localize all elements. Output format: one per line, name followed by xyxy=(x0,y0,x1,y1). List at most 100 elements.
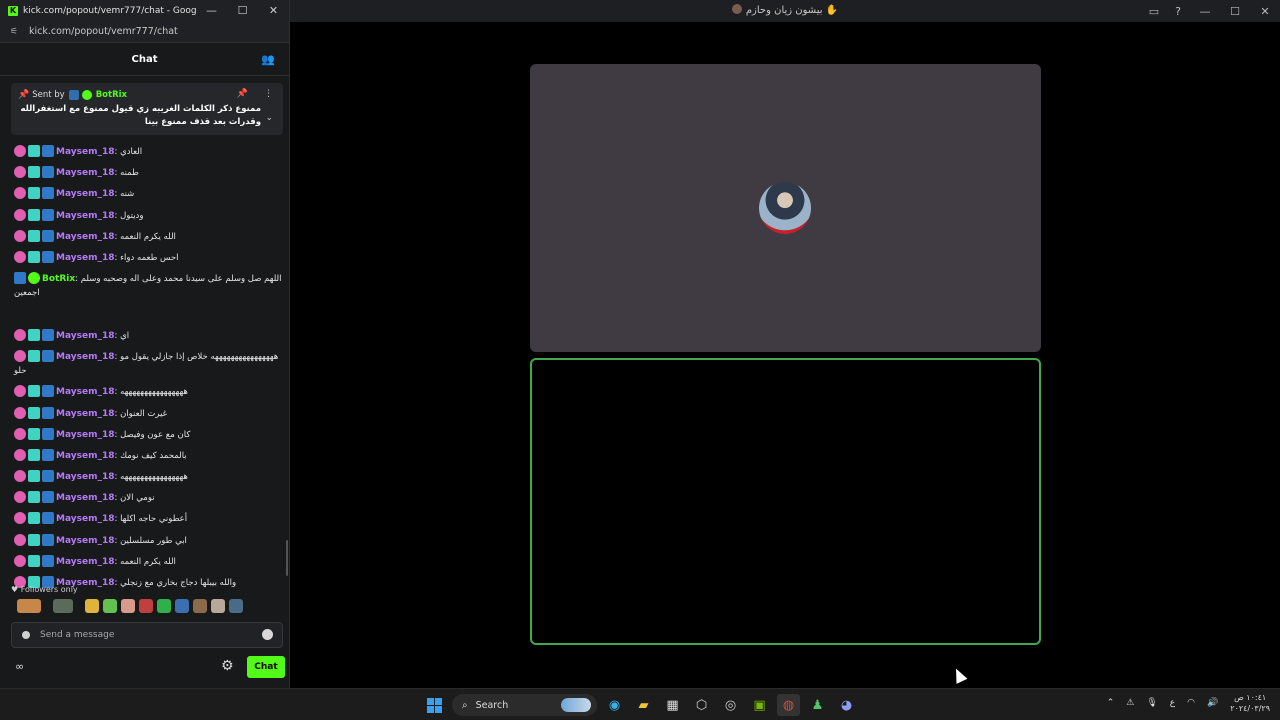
browser-maximize-button[interactable]: ☐ xyxy=(227,4,258,17)
browser-minimize-button[interactable]: — xyxy=(196,4,227,17)
chat-text: اي xyxy=(120,331,130,342)
emoji-icon[interactable] xyxy=(262,629,273,640)
chat-message[interactable]: Maysem_18: الله يكرم النعمه xyxy=(14,554,282,576)
chat-message[interactable]: Maysem_18: ههههههههههههههههه xyxy=(14,385,282,406)
chat-username[interactable]: Maysem_18 xyxy=(56,331,114,341)
og-badge-icon xyxy=(42,491,54,504)
chat-message[interactable]: Maysem_18: احس طعمه دواء xyxy=(14,250,282,272)
call-titlebar: بيشون زيان وحازم ✋ ▭ ? — ☐ ✕ xyxy=(290,0,1280,22)
emote-icon[interactable] xyxy=(121,599,135,613)
discord-icon[interactable]: ◕ xyxy=(835,694,858,716)
stream-tile[interactable] xyxy=(530,358,1041,645)
chat-message[interactable]: Maysem_18: ههههههههههههههههه xyxy=(14,470,282,491)
pinned-message[interactable]: 📌 Sent by BotRix 📌 ⋮ ممنوع ذكر الكلمات ا… xyxy=(11,83,283,135)
gear-icon[interactable]: ⚙ xyxy=(221,658,234,674)
emote-icon[interactable] xyxy=(103,599,117,613)
chat-message[interactable]: Maysem_18: نومي الان xyxy=(14,491,282,512)
file-explorer-icon[interactable]: ▰ xyxy=(632,694,655,716)
clock-date: ٢٠٢٤/٠٣/٢٩ xyxy=(1230,704,1270,713)
chat-username[interactable]: Maysem_18 xyxy=(56,493,114,503)
chat-message[interactable]: Maysem_18: ههههههههههههههههه خلاص إذا جا… xyxy=(14,350,282,385)
chat-username[interactable]: Maysem_18 xyxy=(56,451,114,461)
chat-username[interactable]: Maysem_18 xyxy=(56,147,114,157)
chat-scrollbar[interactable] xyxy=(286,540,288,576)
user-list-icon[interactable]: 👥 xyxy=(261,53,275,66)
send-chat-button[interactable]: Chat xyxy=(247,656,285,678)
chat-text: أعطوني حاجه اكلها xyxy=(120,514,188,525)
points-infinity-icon[interactable]: ∞ xyxy=(15,660,24,673)
wifi-icon[interactable]: ◠ xyxy=(1187,698,1195,708)
chevron-up-icon[interactable]: ⌃ xyxy=(1107,698,1115,708)
chat-message[interactable]: BotRix: اللهم صل وسلم على سيدنا محمد وعل… xyxy=(14,272,282,329)
chat-message[interactable]: Maysem_18: غيرت العنوان xyxy=(14,406,282,428)
chat-text: ههههههههههههههههه xyxy=(120,472,188,483)
xbox-app-icon[interactable]: ♟ xyxy=(806,694,829,716)
chat-username[interactable]: Maysem_18 xyxy=(56,536,114,546)
emote-icon[interactable] xyxy=(175,599,189,613)
chat-message[interactable]: Maysem_18: أعطوني حاجه اكلها xyxy=(14,512,282,533)
taskbar-search[interactable]: ⌕ Search xyxy=(452,694,597,716)
maximize-button[interactable]: ☐ xyxy=(1220,0,1250,22)
chat-username[interactable]: Maysem_18 xyxy=(56,409,114,419)
chat-message[interactable]: Maysem_18: طمنه xyxy=(14,166,282,187)
unpin-icon[interactable]: 📌 xyxy=(237,89,248,99)
chat-message[interactable]: Maysem_18: وديتول xyxy=(14,208,282,230)
nvidia-icon[interactable]: ▣ xyxy=(748,694,771,716)
chat-username[interactable]: Maysem_18 xyxy=(56,189,114,199)
help-icon[interactable]: ? xyxy=(1166,0,1190,22)
chat-message[interactable]: Maysem_18: اي xyxy=(14,329,282,350)
chrome-icon[interactable]: ◍ xyxy=(777,694,800,716)
emote-icon[interactable] xyxy=(229,599,243,613)
emote-icon[interactable] xyxy=(139,599,153,613)
message-input[interactable] xyxy=(40,627,260,643)
emote-icon[interactable] xyxy=(53,599,73,613)
chat-username[interactable]: Maysem_18 xyxy=(56,352,114,362)
chat-username[interactable]: Maysem_18 xyxy=(56,514,114,524)
chat-username[interactable]: Maysem_18 xyxy=(56,472,114,482)
chat-username[interactable]: Maysem_18 xyxy=(56,430,114,440)
og-badge-icon xyxy=(42,166,54,179)
chat-message[interactable]: Maysem_18: بالمحمد كيف نومك xyxy=(14,448,282,470)
ime-indicator[interactable]: ع xyxy=(1170,698,1175,708)
chat-username[interactable]: Maysem_18 xyxy=(56,253,114,263)
chat-username[interactable]: Maysem_18 xyxy=(56,211,114,221)
chat-message[interactable]: Maysem_18: ابي طور مسلسلين xyxy=(14,533,282,555)
start-button[interactable] xyxy=(423,694,446,716)
sub-gifter-badge-icon xyxy=(28,491,40,504)
edge-icon[interactable]: ◉ xyxy=(603,694,626,716)
network-warning-icon[interactable]: ⚠ xyxy=(1126,698,1134,708)
more-options-icon[interactable]: ⋮ xyxy=(264,89,273,99)
minimize-button[interactable]: — xyxy=(1190,0,1220,22)
chat-message[interactable]: Maysem_18: الله يكرم النعمه xyxy=(14,229,282,251)
chat-username[interactable]: Maysem_18 xyxy=(56,387,114,397)
emote-icon[interactable] xyxy=(157,599,171,613)
message-input-box[interactable] xyxy=(11,622,283,648)
emote-icon[interactable] xyxy=(17,599,41,613)
sub-gifter-badge-icon xyxy=(28,350,40,363)
chat-username[interactable]: Maysem_18 xyxy=(56,168,114,178)
chat-message[interactable]: Maysem_18: شنه xyxy=(14,187,282,208)
emote-icon[interactable] xyxy=(193,599,207,613)
chat-username[interactable]: Maysem_18 xyxy=(56,232,114,242)
taskbar-clock[interactable]: ١٠:٤١ ص ٢٠٢٤/٠٣/٢٩ xyxy=(1230,692,1270,714)
app-icon[interactable]: ⬡ xyxy=(690,694,713,716)
site-settings-icon[interactable]: ⚟ xyxy=(10,27,20,37)
inbox-icon[interactable]: ▭ xyxy=(1142,0,1166,22)
store-icon[interactable]: ▦ xyxy=(661,694,684,716)
subscriber-badge-icon xyxy=(14,329,26,342)
volume-icon[interactable]: 🔊 xyxy=(1207,698,1218,708)
chat-message[interactable]: Maysem_18: العادي xyxy=(14,145,282,166)
subscriber-badge-icon xyxy=(14,187,26,200)
chat-message[interactable]: Maysem_18: كان مع عون وفيصل xyxy=(14,427,282,449)
participant-tile[interactable] xyxy=(530,64,1041,352)
steam-icon[interactable]: ◎ xyxy=(719,694,742,716)
close-button[interactable]: ✕ xyxy=(1250,0,1280,22)
address-bar[interactable]: ⚟ kick.com/popout/vemr777/chat xyxy=(0,21,289,43)
emote-icon[interactable] xyxy=(85,599,99,613)
chevron-down-icon[interactable]: ⌄ xyxy=(265,113,273,123)
emote-icon[interactable] xyxy=(211,599,225,613)
microphone-icon[interactable]: 🎙 xyxy=(1146,698,1157,708)
chat-username[interactable]: BotRix xyxy=(42,274,75,284)
browser-close-button[interactable]: ✕ xyxy=(258,4,289,17)
chat-username[interactable]: Maysem_18 xyxy=(56,557,114,567)
